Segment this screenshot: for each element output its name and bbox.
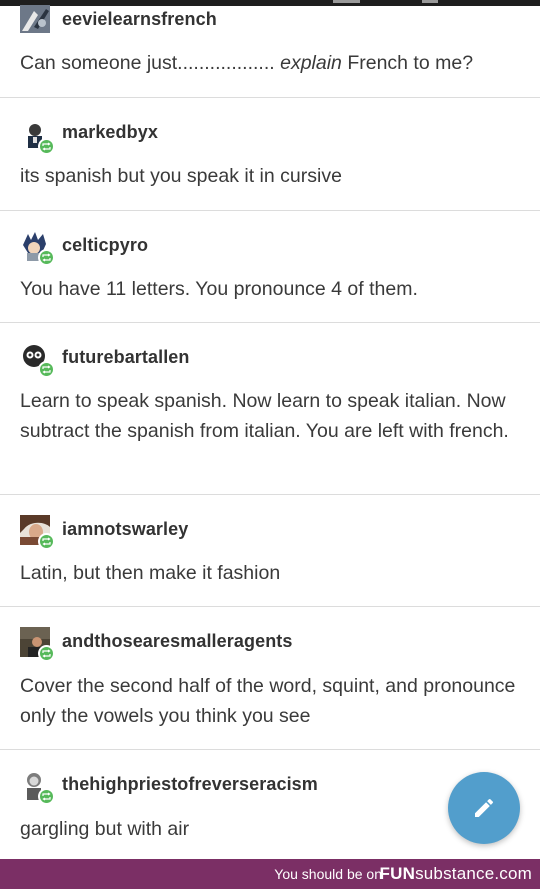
brand-bold: FUN xyxy=(379,864,416,883)
watermark-banner: You should be on FUNsubstance.com xyxy=(0,859,540,889)
divider xyxy=(0,97,540,98)
avatar[interactable] xyxy=(20,343,55,378)
reblog-icon xyxy=(42,649,51,658)
post-text-emphasis: explain xyxy=(280,52,342,74)
post-text: You have 11 letters. You pronounce 4 of … xyxy=(20,278,418,300)
reblog-icon xyxy=(42,142,51,151)
pencil-icon xyxy=(475,798,494,817)
reblog-icon xyxy=(42,253,51,262)
reblog-badge xyxy=(38,249,55,266)
watermark-message: You should be on xyxy=(274,866,382,882)
avatar[interactable] xyxy=(20,120,55,155)
reblog-icon xyxy=(42,792,51,801)
post-text-part: Can someone just.................. xyxy=(20,52,281,74)
post-text: Latin, but then make it fashion xyxy=(20,562,281,584)
avatar[interactable] xyxy=(20,515,55,550)
avatar[interactable] xyxy=(20,231,55,266)
watermark-brand: FUNsubstance.com xyxy=(380,864,532,884)
divider xyxy=(0,749,540,750)
username[interactable]: iamnotswarley xyxy=(62,519,188,540)
reblog-icon xyxy=(42,365,51,374)
username[interactable]: futurebartallen xyxy=(62,347,190,368)
status-indicator xyxy=(333,0,360,3)
reblog-badge xyxy=(38,138,55,155)
divider xyxy=(0,494,540,495)
reblog-badge xyxy=(38,788,55,805)
divider xyxy=(0,606,540,607)
brand-suffix: .com xyxy=(494,864,532,883)
username[interactable]: andthosearesmalleragents xyxy=(62,631,293,652)
avatar[interactable] xyxy=(20,627,55,662)
username[interactable]: eevielearnsfrench xyxy=(62,9,217,30)
brand-light: substance xyxy=(415,864,495,883)
reblog-badge xyxy=(38,645,55,662)
avatar[interactable] xyxy=(20,770,55,805)
post-text-part: French to me? xyxy=(341,52,474,74)
post-text: Cover the second half of the word, squin… xyxy=(20,675,516,727)
post-text: its spanish but you speak it in cursive xyxy=(20,165,342,187)
divider xyxy=(0,322,540,323)
post-text: Learn to speak spanish. Now learn to spe… xyxy=(20,390,509,442)
username[interactable]: thehighpriestofreverseracism xyxy=(62,774,318,795)
reblog-icon xyxy=(42,537,51,546)
username[interactable]: celticpyro xyxy=(62,235,148,256)
reblog-badge xyxy=(38,361,55,378)
compose-button[interactable] xyxy=(448,772,520,844)
avatar[interactable] xyxy=(20,5,50,35)
username[interactable]: markedbyx xyxy=(62,122,158,143)
divider xyxy=(0,210,540,211)
post-text: Can someone just.................. expla… xyxy=(20,48,525,78)
status-bar xyxy=(0,0,540,6)
status-indicator xyxy=(422,0,438,3)
reblog-badge xyxy=(38,533,55,550)
